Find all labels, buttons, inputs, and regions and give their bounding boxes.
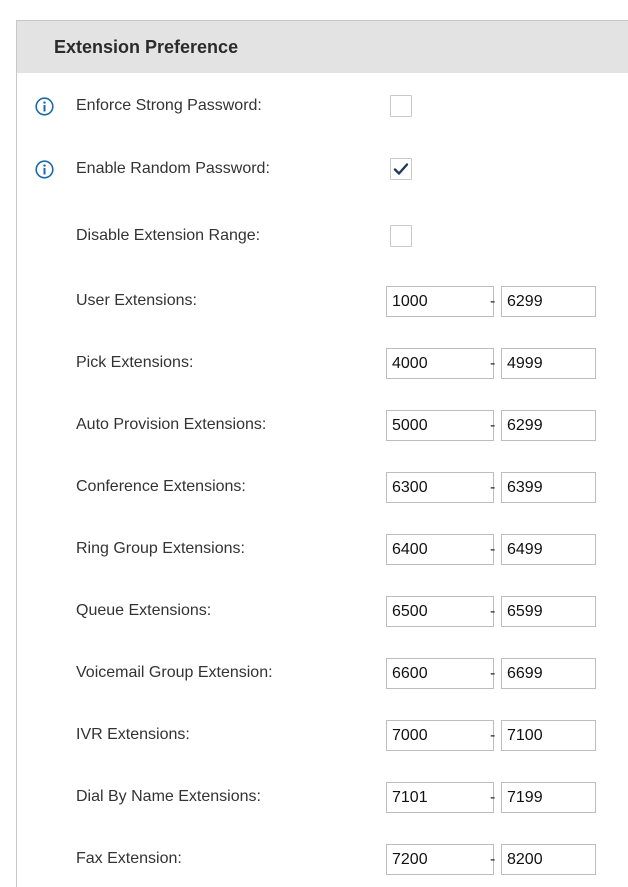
range-start-input[interactable] <box>386 658 494 689</box>
range-label: Pick Extensions: <box>76 354 194 371</box>
checkmark-icon <box>393 163 409 175</box>
range-end-input[interactable] <box>501 348 596 379</box>
info-icon[interactable] <box>35 97 54 116</box>
range-separator: - <box>490 293 496 310</box>
range-row-auto-provision-extensions: Auto Provision Extensions: - <box>17 407 628 447</box>
range-end-input[interactable] <box>501 286 596 317</box>
range-end-input[interactable] <box>501 720 596 751</box>
range-start-input[interactable] <box>386 348 494 379</box>
range-row-fax-extension: Fax Extension: - <box>17 841 628 881</box>
range-end-input[interactable] <box>501 658 596 689</box>
enable-random-password-row: Enable Random Password: <box>17 151 628 191</box>
range-separator: - <box>490 479 496 496</box>
range-row-conference-extensions: Conference Extensions: - <box>17 469 628 509</box>
range-label: User Extensions: <box>76 292 197 309</box>
range-row-ring-group-extensions: Ring Group Extensions: - <box>17 531 628 571</box>
range-separator: - <box>490 665 496 682</box>
range-start-input[interactable] <box>386 720 494 751</box>
range-start-input[interactable] <box>386 410 494 441</box>
range-row-dial-by-name-extensions: Dial By Name Extensions: - <box>17 779 628 819</box>
range-label: Dial By Name Extensions: <box>76 788 261 805</box>
range-label: Fax Extension: <box>76 850 182 867</box>
range-end-input[interactable] <box>501 472 596 503</box>
range-end-input[interactable] <box>501 844 596 875</box>
range-row-ivr-extensions: IVR Extensions: - <box>17 717 628 757</box>
range-start-input[interactable] <box>386 844 494 875</box>
range-start-input[interactable] <box>386 782 494 813</box>
enforce-strong-password-row: Enforce Strong Password: <box>17 88 628 128</box>
disable-extension-range-label: Disable Extension Range: <box>76 227 261 244</box>
range-row-pick-extensions: Pick Extensions: - <box>17 345 628 385</box>
range-end-input[interactable] <box>501 596 596 627</box>
enforce-strong-password-checkbox[interactable] <box>390 95 412 117</box>
range-separator: - <box>490 603 496 620</box>
range-label: Auto Provision Extensions: <box>76 416 267 433</box>
range-end-input[interactable] <box>501 534 596 565</box>
enforce-strong-password-label: Enforce Strong Password: <box>76 97 262 114</box>
disable-extension-range-row: Disable Extension Range: <box>17 218 628 258</box>
range-label: Queue Extensions: <box>76 602 212 619</box>
range-separator: - <box>490 851 496 868</box>
info-icon[interactable] <box>35 160 54 179</box>
disable-extension-range-checkbox[interactable] <box>390 225 412 247</box>
enable-random-password-checkbox[interactable] <box>390 158 412 180</box>
range-label: Voicemail Group Extension: <box>76 664 273 681</box>
extension-preference-panel: Extension Preference Enforce Strong Pass… <box>16 20 628 887</box>
range-separator: - <box>490 789 496 806</box>
range-start-input[interactable] <box>386 286 494 317</box>
range-label: Ring Group Extensions: <box>76 540 245 557</box>
range-end-input[interactable] <box>501 782 596 813</box>
section-header: Extension Preference <box>17 21 628 73</box>
range-row-queue-extensions: Queue Extensions: - <box>17 593 628 633</box>
range-row-user-extensions: User Extensions: - <box>17 283 628 323</box>
range-row-voicemail-group-extension: Voicemail Group Extension: - <box>17 655 628 695</box>
section-title: Extension Preference <box>54 37 239 57</box>
range-separator: - <box>490 355 496 372</box>
range-separator: - <box>490 417 496 434</box>
range-separator: - <box>490 727 496 744</box>
range-start-input[interactable] <box>386 472 494 503</box>
range-start-input[interactable] <box>386 596 494 627</box>
range-end-input[interactable] <box>501 410 596 441</box>
range-label: Conference Extensions: <box>76 478 246 495</box>
enable-random-password-label: Enable Random Password: <box>76 160 270 177</box>
range-separator: - <box>490 541 496 558</box>
range-label: IVR Extensions: <box>76 726 190 743</box>
range-start-input[interactable] <box>386 534 494 565</box>
